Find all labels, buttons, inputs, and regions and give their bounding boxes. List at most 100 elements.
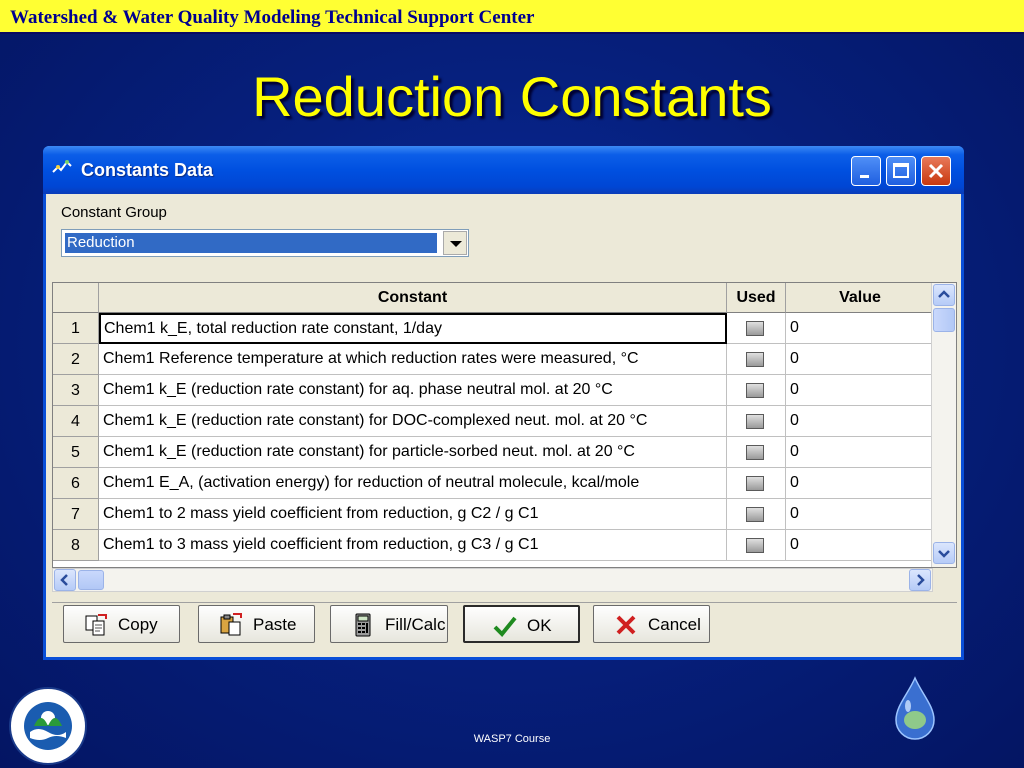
constant-column-header[interactable]: Constant	[99, 283, 727, 313]
scroll-right-button[interactable]	[909, 569, 931, 591]
ok-button[interactable]: OK	[463, 605, 580, 643]
used-cell	[727, 468, 786, 499]
epa-seal-logo	[9, 687, 87, 765]
window-body: Constant Group Reduction Constant Used V…	[46, 194, 961, 657]
used-checkbox[interactable]	[746, 321, 764, 336]
table-row: 7 Chem1 to 2 mass yield coefficient from…	[53, 499, 933, 530]
used-checkbox[interactable]	[746, 445, 764, 460]
copy-label: Copy	[118, 615, 158, 634]
row-number-header	[53, 283, 99, 313]
horizontal-scrollbar[interactable]	[52, 568, 933, 592]
constant-group-select[interactable]: Reduction	[61, 229, 469, 257]
used-checkbox[interactable]	[746, 414, 764, 429]
used-checkbox[interactable]	[746, 476, 764, 491]
used-column-header[interactable]: Used	[727, 283, 786, 313]
header-banner: Watershed & Water Quality Modeling Techn…	[0, 0, 1024, 34]
paste-icon	[220, 613, 242, 636]
table-row: 4 Chem1 k_E (reduction rate constant) fo…	[53, 406, 933, 437]
used-cell	[727, 375, 786, 406]
scroll-left-button[interactable]	[54, 569, 76, 591]
chevron-down-icon[interactable]	[443, 231, 467, 255]
fill-calc-button[interactable]: Fill/Calc	[330, 605, 448, 643]
constant-cell[interactable]: Chem1 k_E (reduction rate constant) for …	[99, 437, 727, 468]
checkmark-icon	[493, 616, 517, 637]
maximize-icon	[893, 163, 909, 178]
paste-button[interactable]: Paste	[198, 605, 315, 643]
value-cell[interactable]: 0	[786, 313, 933, 344]
cancel-button[interactable]: Cancel	[593, 605, 710, 643]
minimize-icon	[860, 175, 869, 178]
table-row: 6 Chem1 E_A, (activation energy) for red…	[53, 468, 933, 499]
table-row: 5 Chem1 k_E (reduction rate constant) fo…	[53, 437, 933, 468]
row-number[interactable]: 1	[53, 313, 99, 344]
value-cell[interactable]: 0	[786, 344, 933, 375]
value-cell[interactable]: 0	[786, 406, 933, 437]
horizontal-scroll-thumb[interactable]	[78, 570, 104, 590]
constant-cell[interactable]: Chem1 to 2 mass yield coefficient from r…	[99, 499, 727, 530]
constant-cell[interactable]: Chem1 E_A, (activation energy) for reduc…	[99, 468, 727, 499]
footer-course-label: WASP7 Course	[473, 733, 551, 745]
constant-cell[interactable]: Chem1 k_E (reduction rate constant) for …	[99, 406, 727, 437]
used-cell	[727, 499, 786, 530]
used-cell	[727, 530, 786, 561]
chevron-up-icon	[938, 290, 950, 298]
app-icon	[52, 160, 72, 173]
value-cell[interactable]: 0	[786, 375, 933, 406]
used-cell	[727, 406, 786, 437]
value-cell[interactable]: 0	[786, 499, 933, 530]
vertical-scrollbar[interactable]	[931, 283, 956, 567]
slide-title: Reduction Constants	[252, 65, 772, 128]
used-checkbox[interactable]	[746, 538, 764, 553]
constant-cell[interactable]: Chem1 k_E, total reduction rate constant…	[99, 313, 727, 344]
copy-button[interactable]: Copy	[63, 605, 180, 643]
constant-cell[interactable]: Chem1 Reference temperature at which red…	[99, 344, 727, 375]
used-cell	[727, 344, 786, 375]
table-row: 1 Chem1 k_E, total reduction rate consta…	[53, 313, 933, 344]
row-number[interactable]: 8	[53, 530, 99, 561]
row-number[interactable]: 6	[53, 468, 99, 499]
table-row: 3 Chem1 k_E (reduction rate constant) fo…	[53, 375, 933, 406]
scroll-up-button[interactable]	[933, 284, 955, 306]
value-cell[interactable]: 0	[786, 437, 933, 468]
scroll-down-button[interactable]	[933, 542, 955, 564]
copy-icon	[85, 614, 107, 636]
window-titlebar[interactable]: Constants Data	[43, 146, 964, 194]
constants-grid: Constant Used Value 1 Chem1 k_E, total r…	[52, 282, 957, 568]
value-cell[interactable]: 0	[786, 530, 933, 561]
constants-data-window: Constants Data Constant Group Reduction	[43, 146, 964, 660]
used-cell	[727, 313, 786, 344]
chevron-left-icon	[60, 574, 68, 586]
row-number[interactable]: 3	[53, 375, 99, 406]
table-row: 8 Chem1 to 3 mass yield coefficient from…	[53, 530, 933, 561]
row-number[interactable]: 4	[53, 406, 99, 437]
close-button[interactable]	[921, 156, 951, 186]
chevron-right-icon	[917, 574, 925, 586]
ok-label: OK	[527, 616, 552, 635]
used-checkbox[interactable]	[746, 383, 764, 398]
constant-cell[interactable]: Chem1 k_E (reduction rate constant) for …	[99, 375, 727, 406]
used-cell	[727, 437, 786, 468]
value-cell[interactable]: 0	[786, 468, 933, 499]
used-checkbox[interactable]	[746, 507, 764, 522]
row-number[interactable]: 7	[53, 499, 99, 530]
calculator-icon	[355, 613, 371, 637]
paste-label: Paste	[253, 615, 297, 634]
used-checkbox[interactable]	[746, 352, 764, 367]
close-icon	[928, 163, 944, 179]
value-column-header[interactable]: Value	[786, 283, 934, 313]
constant-group-label: Constant Group	[61, 204, 167, 221]
cancel-x-icon	[616, 615, 636, 635]
window-title: Constants Data	[81, 160, 214, 180]
row-number[interactable]: 5	[53, 437, 99, 468]
chevron-down-icon	[938, 550, 950, 558]
maximize-button[interactable]	[886, 156, 916, 186]
vertical-scroll-thumb[interactable]	[933, 308, 955, 332]
row-number[interactable]: 2	[53, 344, 99, 375]
constant-cell[interactable]: Chem1 to 3 mass yield coefficient from r…	[99, 530, 727, 561]
cancel-label: Cancel	[648, 615, 701, 634]
fill-calc-label: Fill/Calc	[385, 615, 446, 634]
constant-group-value: Reduction	[64, 232, 438, 254]
minimize-button[interactable]	[851, 156, 881, 186]
divider	[52, 602, 957, 603]
banner-text: Watershed & Water Quality Modeling Techn…	[10, 7, 535, 28]
